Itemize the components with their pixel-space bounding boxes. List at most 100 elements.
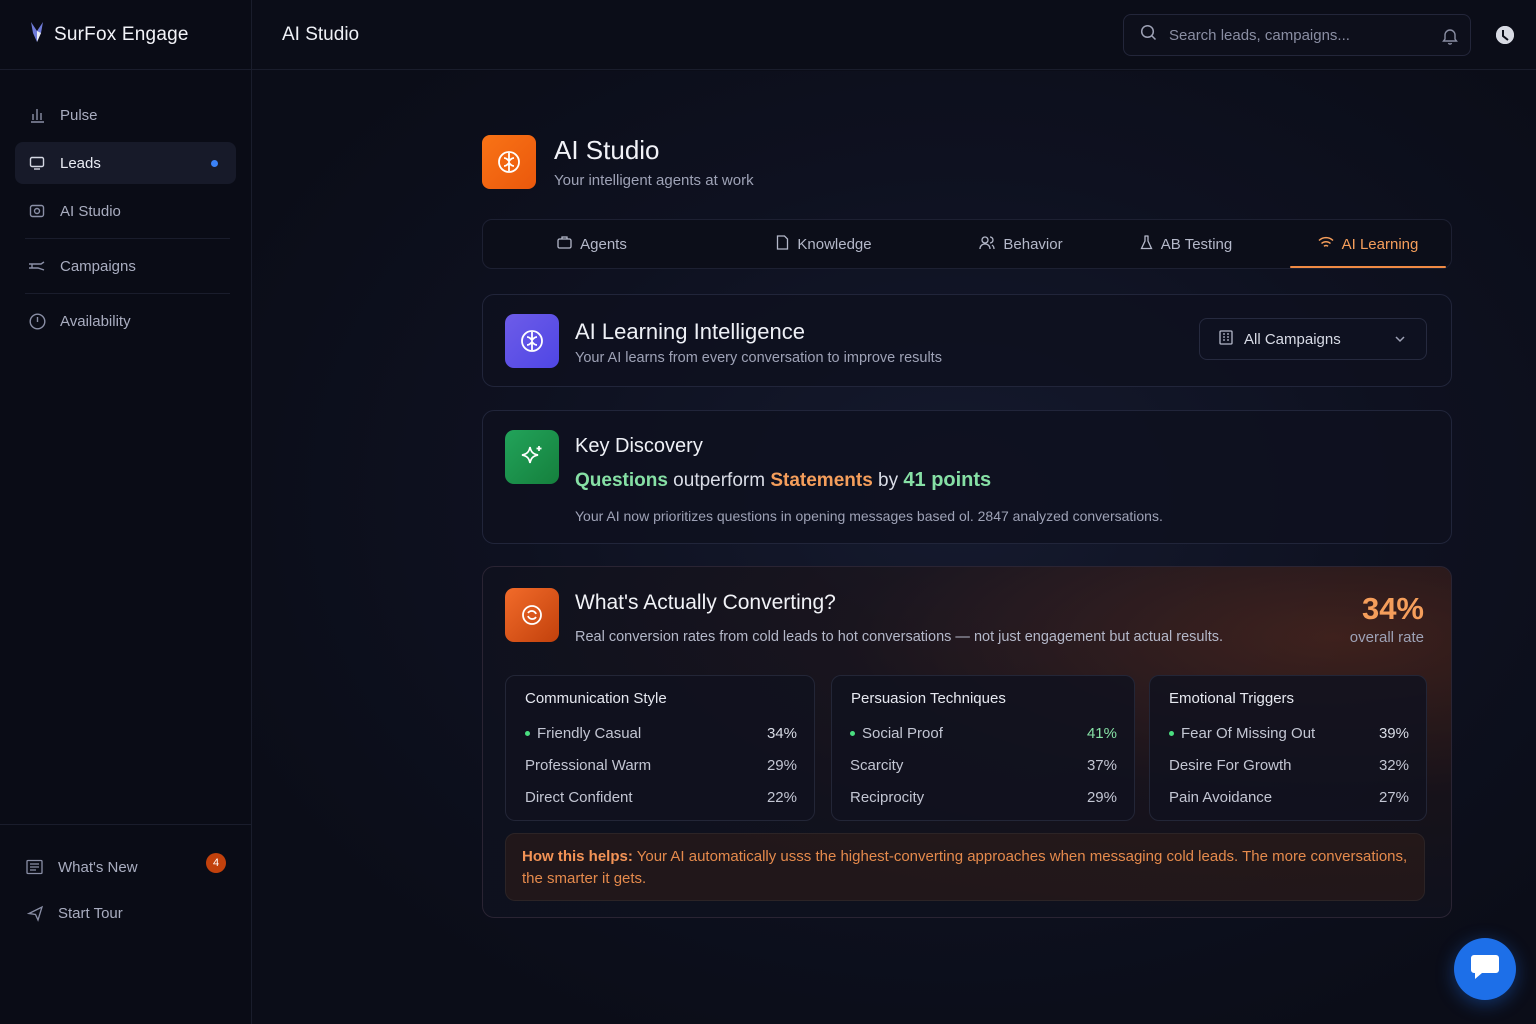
helps-label: How this helps: — [522, 848, 633, 865]
list-item: Professional Warm 29% — [525, 754, 797, 776]
whats-new-label: What's New — [58, 858, 138, 876]
row-value: 34% — [766, 724, 797, 742]
emotional-triggers-panel: Emotional Triggers Fear Of Missing Out 3… — [1149, 675, 1427, 821]
sidebar-item-ai-studio[interactable]: AI Studio — [15, 190, 236, 232]
row-value: 27% — [1378, 788, 1409, 806]
bell-icon[interactable] — [1442, 27, 1458, 50]
sidebar-item-pulse[interactable]: Pulse — [15, 94, 236, 136]
top-indicator-dot — [1169, 730, 1174, 736]
converting-subtitle: Real conversion rates from cold leads to… — [575, 629, 1224, 645]
topbar-title: AI Studio — [282, 23, 360, 45]
tab-ab-testing[interactable]: AB Testing — [1131, 220, 1241, 268]
key-discovery-card: Key Discovery Questions outperform State… — [482, 410, 1452, 544]
row-label: Desire For Growth — [1169, 756, 1292, 774]
row-label: Professional Warm — [525, 756, 652, 774]
row-label: Social Proof — [862, 724, 943, 742]
discovery-note: Your AI now prioritizes questions in ope… — [575, 508, 1163, 524]
brain-icon — [505, 314, 559, 368]
start-tour-button[interactable]: Start Tour — [15, 891, 236, 935]
sidebar-item-campaigns[interactable]: Campaigns — [15, 245, 236, 287]
helps-text: Your AI automatically usss the highest-c… — [522, 848, 1408, 887]
panel-title: Communication Style — [525, 690, 667, 707]
wifi-icon — [1318, 236, 1334, 253]
overall-rate: 34% overall rate — [1350, 591, 1424, 646]
search-input[interactable] — [1169, 26, 1419, 44]
brain-icon — [482, 135, 536, 189]
learning-title: AI Learning Intelligence — [575, 319, 805, 344]
tab-label: AB Testing — [1160, 235, 1233, 253]
nav-divider — [25, 238, 230, 239]
campaign-select[interactable]: All Campaigns — [1199, 318, 1427, 360]
start-tour-label: Start Tour — [58, 904, 123, 922]
sidebar-item-label: AI Studio — [60, 202, 121, 220]
discovery-points: 41 points — [903, 469, 992, 491]
row-label: Direct Confident — [525, 788, 633, 806]
tab-label: Knowledge — [797, 235, 872, 253]
tab-bar: Agents Knowledge Behavior AB Testing AI … — [482, 219, 1452, 269]
sidebar-item-label: Campaigns — [60, 257, 136, 275]
converting-card: What's Actually Converting? Real convers… — [482, 566, 1452, 918]
discovery-word: outperform — [667, 470, 771, 491]
news-icon — [26, 858, 44, 876]
discovery-word-statements: Statements — [770, 470, 873, 491]
active-indicator-dot — [211, 159, 218, 167]
sidebar-item-label: Leads — [60, 154, 101, 172]
learning-intelligence-card: AI Learning Intelligence Your AI learns … — [482, 294, 1452, 387]
clock-icon — [28, 312, 46, 330]
tab-label: Behavior — [1003, 235, 1063, 253]
tab-label: AI Learning — [1341, 235, 1419, 253]
sidebar-item-availability[interactable]: Availability — [15, 300, 236, 342]
tab-behavior[interactable]: Behavior — [961, 220, 1081, 268]
sidebar-nav: Pulse Leads AI Studio Campaigns Availabi… — [0, 70, 251, 342]
row-value: 22% — [766, 788, 797, 806]
campaign-icon — [28, 257, 46, 275]
chat-launcher-button[interactable] — [1454, 938, 1516, 1000]
monitor-icon — [28, 154, 46, 172]
search-box[interactable] — [1123, 14, 1471, 56]
plane-icon — [26, 904, 44, 922]
tab-agents[interactable]: Agents — [537, 220, 647, 268]
list-item: Direct Confident 22% — [525, 786, 797, 808]
sidebar-item-label: Availability — [60, 312, 131, 330]
sidebar-item-label: Pulse — [60, 106, 98, 124]
page-header: AI Studio Your intelligent agents at wor… — [482, 135, 754, 189]
main-content: AI Studio Your intelligent agents at wor… — [252, 71, 1536, 1024]
row-label: Friendly Casual — [537, 724, 642, 742]
whats-new-button[interactable]: What's New 4 — [15, 845, 236, 889]
sparkle-icon — [505, 430, 559, 484]
fox-logo-icon — [28, 21, 46, 48]
discovery-title: Key Discovery — [575, 435, 703, 457]
briefcase-icon — [557, 235, 572, 253]
building-icon — [1218, 329, 1234, 349]
row-value: 39% — [1378, 724, 1409, 742]
panel-title: Persuasion Techniques — [851, 690, 1006, 707]
row-value: 37% — [1086, 756, 1117, 774]
overall-rate-value: 34% — [1361, 591, 1424, 626]
overall-rate-label: overall rate — [1349, 629, 1424, 646]
search-icon — [1140, 24, 1157, 46]
discovery-headline: Questions outperform Statements by 41 po… — [575, 469, 991, 492]
how-this-helps-note: How this helps: Your AI automatically us… — [505, 833, 1425, 901]
ai-box-icon — [28, 202, 46, 220]
notification-badge: 4 — [206, 853, 226, 873]
top-indicator-dot — [525, 730, 530, 736]
user-avatar[interactable] — [1496, 26, 1514, 44]
brand[interactable]: SurFox Engage — [0, 0, 251, 70]
top-bar: AI Studio — [252, 0, 1536, 70]
tab-ai-learning[interactable]: AI Learning — [1290, 220, 1446, 268]
list-item: Reciprocity 29% — [850, 786, 1117, 808]
brand-name: SurFox Engage — [54, 23, 189, 45]
row-label: Fear Of Missing Out — [1181, 724, 1316, 742]
campaign-select-value: All Campaigns — [1244, 330, 1341, 348]
discovery-word-questions: Questions — [575, 470, 668, 491]
nav-divider — [25, 293, 230, 294]
persuasion-techniques-panel: Persuasion Techniques Social Proof 41% S… — [831, 675, 1135, 821]
page-title: AI Studio — [554, 135, 660, 165]
sidebar-item-leads[interactable]: Leads — [15, 142, 236, 184]
sidebar: SurFox Engage Pulse Leads AI Studio Camp… — [0, 0, 252, 1024]
list-item: Pain Avoidance 27% — [1169, 786, 1409, 808]
panel-title: Emotional Triggers — [1169, 690, 1295, 707]
list-item: Desire For Growth 32% — [1169, 754, 1409, 776]
tab-knowledge[interactable]: Knowledge — [759, 220, 889, 268]
bar-chart-icon — [28, 106, 46, 124]
